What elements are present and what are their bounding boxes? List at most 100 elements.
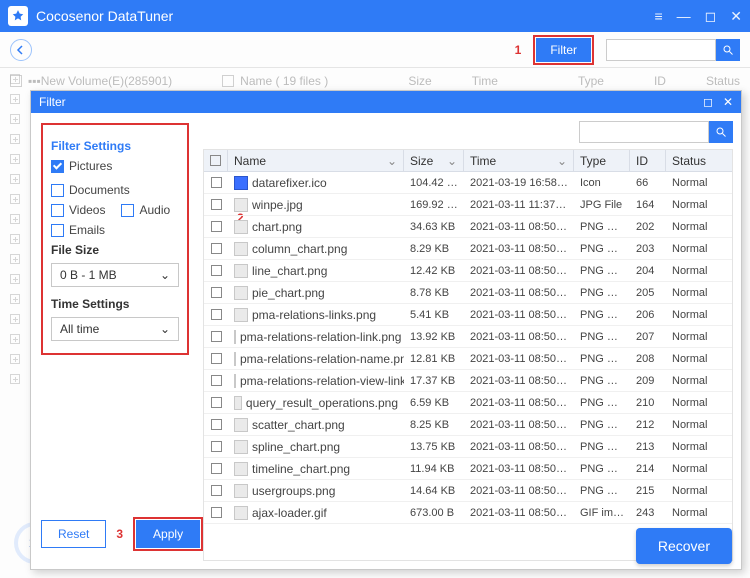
dialog-search-go[interactable] (709, 121, 733, 143)
file-icon (234, 462, 248, 476)
recover-button[interactable]: Recover (636, 528, 732, 564)
cell-id: 243 (630, 507, 666, 519)
reset-button[interactable]: Reset (41, 520, 106, 548)
table-row[interactable]: pma-relations-links.png5.41 KB2021-03-11… (204, 304, 732, 326)
row-checkbox[interactable] (204, 353, 228, 364)
file-size-heading: File Size (51, 243, 179, 257)
cell-type: PNG File (574, 485, 630, 497)
table-row[interactable]: datarefixer.ico104.42 KB2021-03-19 16:58… (204, 172, 732, 194)
cell-name: query_result_operations.png (228, 396, 404, 410)
table-row[interactable]: ajax-loader.gif673.00 B2021-03-11 08:50:… (204, 502, 732, 524)
cell-name: timeline_chart.png (228, 462, 404, 476)
callout-1: 1 (515, 43, 522, 57)
row-checkbox[interactable] (204, 177, 228, 188)
cell-status: Normal (666, 463, 716, 475)
checkbox-documents[interactable]: Documents (51, 183, 130, 197)
cell-time: 2021-03-11 08:50:25 (464, 265, 574, 277)
cell-time: 2021-03-11 08:50:25 (464, 221, 574, 233)
table-row[interactable]: chart.png34.63 KB2021-03-11 08:50:25PNG … (204, 216, 732, 238)
window-maximize-icon[interactable]: ◻ (705, 8, 717, 25)
row-checkbox[interactable] (204, 199, 228, 210)
cell-name: spline_chart.png (228, 440, 404, 454)
table-row[interactable]: column_chart.png8.29 KB2021-03-11 08:50:… (204, 238, 732, 260)
row-checkbox[interactable] (204, 331, 228, 342)
checkbox-audio[interactable]: Audio (121, 203, 170, 217)
cell-type: PNG File (574, 397, 630, 409)
table-row[interactable]: query_result_operations.png6.59 KB2021-0… (204, 392, 732, 414)
apply-button[interactable]: Apply (136, 520, 200, 548)
row-checkbox[interactable] (204, 309, 228, 320)
col-id[interactable]: ID (630, 150, 666, 171)
select-all-checkbox[interactable] (204, 150, 228, 171)
window-menu-icon[interactable]: ≡ (654, 8, 662, 25)
row-checkbox[interactable] (204, 485, 228, 496)
cell-status: Normal (666, 309, 716, 321)
cell-time: 2021-03-11 08:50:25 (464, 309, 574, 321)
cell-time: 2021-03-11 08:50:25 (464, 397, 574, 409)
cell-status: Normal (666, 397, 716, 409)
file-icon (234, 198, 248, 212)
cell-time: 2021-03-11 11:37:05 (464, 199, 574, 211)
cell-status: Normal (666, 353, 716, 365)
filter-button[interactable]: Filter (536, 38, 591, 62)
window-close-icon[interactable]: ✕ (730, 8, 742, 25)
col-type[interactable]: Type (574, 150, 630, 171)
cell-size: 104.42 KB (404, 177, 464, 189)
dialog-close-icon[interactable]: ✕ (723, 95, 733, 109)
table-row[interactable]: line_chart.png12.42 KB2021-03-11 08:50:2… (204, 260, 732, 282)
file-panel: 2 Name⌄ Size⌄ Time⌄ Type ID Status (199, 113, 741, 569)
cell-size: 5.41 KB (404, 309, 464, 321)
cell-time: 2021-03-11 08:50:25 (464, 243, 574, 255)
toolbar: 1 Filter (0, 32, 750, 68)
top-search-go[interactable] (716, 39, 740, 61)
table-row[interactable]: usergroups.png14.64 KB2021-03-11 08:50:2… (204, 480, 732, 502)
row-checkbox[interactable] (204, 441, 228, 452)
back-button[interactable] (10, 39, 32, 61)
col-status[interactable]: Status (666, 150, 716, 171)
checkbox-emails[interactable]: Emails (51, 223, 105, 237)
titlebar: Cocosenor DataTuner ≡ — ◻ ✕ (0, 0, 750, 32)
dialog-title: Filter (39, 95, 66, 109)
row-checkbox[interactable] (204, 243, 228, 254)
top-search-input[interactable] (606, 39, 716, 61)
cell-id: 204 (630, 265, 666, 277)
row-checkbox[interactable] (204, 419, 228, 430)
cell-type: GIF image (574, 507, 630, 519)
file-icon (234, 220, 248, 234)
row-checkbox[interactable] (204, 265, 228, 276)
checkbox-pictures[interactable]: Pictures (51, 159, 112, 173)
cell-status: Normal (666, 419, 716, 431)
cell-time: 2021-03-11 08:50:26 (464, 463, 574, 475)
col-name[interactable]: Name⌄ (228, 150, 404, 171)
table-row[interactable]: spline_chart.png13.75 KB2021-03-11 08:50… (204, 436, 732, 458)
row-checkbox[interactable] (204, 375, 228, 386)
dialog-maximize-icon[interactable]: ◻ (703, 95, 713, 109)
file-grid[interactable]: Name⌄ Size⌄ Time⌄ Type ID Status dataref… (204, 150, 732, 560)
col-time[interactable]: Time⌄ (464, 150, 574, 171)
cell-name: scatter_chart.png (228, 418, 404, 432)
file-icon (234, 484, 248, 498)
time-select[interactable]: All time ⌄ (51, 317, 179, 341)
col-size[interactable]: Size⌄ (404, 150, 464, 171)
table-row[interactable]: pie_chart.png8.78 KB2021-03-11 08:50:25P… (204, 282, 732, 304)
row-checkbox[interactable] (204, 397, 228, 408)
table-row[interactable]: pma-relations-relation-view-link.png17.3… (204, 370, 732, 392)
row-checkbox[interactable] (204, 221, 228, 232)
row-checkbox[interactable] (204, 287, 228, 298)
table-row[interactable]: scatter_chart.png8.25 KB2021-03-11 08:50… (204, 414, 732, 436)
table-row[interactable]: pma-relations-relation-name.png12.81 KB2… (204, 348, 732, 370)
cell-status: Normal (666, 177, 716, 189)
table-row[interactable]: winpe.jpg169.92 KB2021-03-11 11:37:05JPG… (204, 194, 732, 216)
checkbox-videos[interactable]: Videos (51, 203, 105, 217)
dialog-search-input[interactable] (579, 121, 709, 143)
window-minimize-icon[interactable]: — (677, 8, 691, 25)
table-row[interactable]: pma-relations-relation-link.png13.92 KB2… (204, 326, 732, 348)
table-row[interactable]: timeline_chart.png11.94 KB2021-03-11 08:… (204, 458, 732, 480)
row-checkbox[interactable] (204, 507, 228, 518)
file-size-select[interactable]: 0 B - 1 MB ⌄ (51, 263, 179, 287)
apply-button-highlight: Apply (133, 517, 203, 551)
cell-time: 2021-03-11 08:50:25 (464, 375, 574, 387)
cell-size: 8.25 KB (404, 419, 464, 431)
cell-type: PNG File (574, 331, 630, 343)
row-checkbox[interactable] (204, 463, 228, 474)
